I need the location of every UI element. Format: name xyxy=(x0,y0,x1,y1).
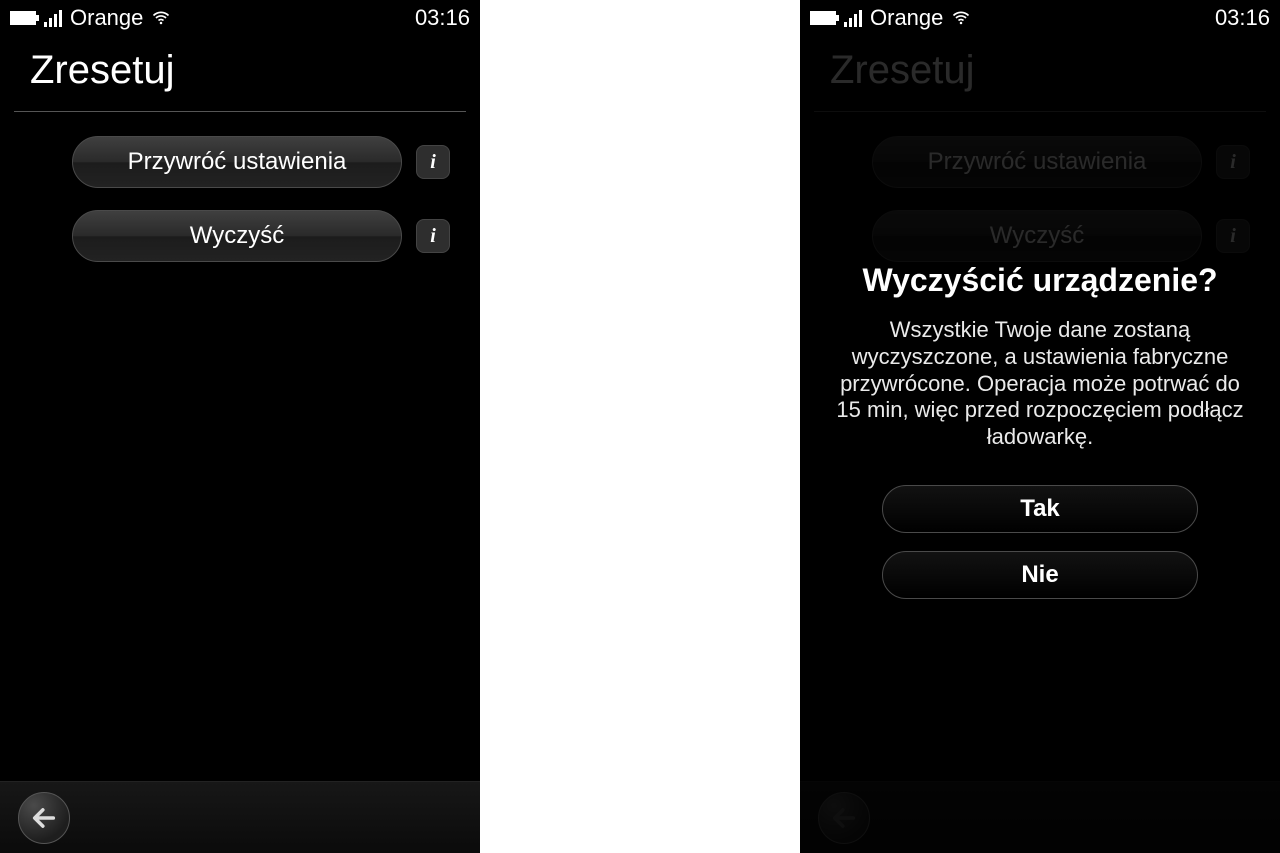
page-title: Zresetuj xyxy=(814,36,1266,112)
wifi-icon xyxy=(151,8,171,28)
restore-settings-button: Przywróć ustawienia xyxy=(872,136,1202,188)
clear-device-button[interactable]: Wyczyść xyxy=(72,210,402,262)
info-icon: i xyxy=(1216,219,1250,253)
clear-device-button: Wyczyść xyxy=(872,210,1202,262)
signal-icon xyxy=(44,9,62,27)
dialog-title: Wyczyścić urządzenie? xyxy=(836,262,1244,299)
bottom-bar xyxy=(800,781,1280,853)
battery-icon xyxy=(10,11,36,25)
back-button xyxy=(818,792,870,844)
option-row-restore: Przywróć ustawienia i xyxy=(814,136,1266,188)
carrier-label: Orange xyxy=(70,5,143,31)
battery-icon xyxy=(810,11,836,25)
option-row-clear: Wyczyść i xyxy=(814,210,1266,262)
carrier-label: Orange xyxy=(870,5,943,31)
options-list: Przywróć ustawienia i Wyczyść i xyxy=(0,112,480,262)
signal-icon xyxy=(844,9,862,27)
clock: 03:16 xyxy=(415,5,470,31)
phone-screen-reset-menu: Orange 03:16 Zresetuj Przywróć ustawieni… xyxy=(0,0,480,853)
confirm-no-button[interactable]: Nie xyxy=(882,551,1198,599)
restore-settings-button[interactable]: Przywróć ustawienia xyxy=(72,136,402,188)
statusbar: Orange 03:16 xyxy=(0,0,480,36)
confirm-clear-dialog: Wyczyścić urządzenie? Wszystkie Twoje da… xyxy=(800,262,1280,617)
page-title: Zresetuj xyxy=(14,36,466,112)
bottom-bar xyxy=(0,781,480,853)
screenshot-separator xyxy=(480,0,800,853)
info-icon: i xyxy=(1216,145,1250,179)
phone-screen-clear-dialog: Orange 03:16 Zresetuj Przywróć ustawieni… xyxy=(800,0,1280,853)
statusbar: Orange 03:16 xyxy=(800,0,1280,36)
info-icon[interactable]: i xyxy=(416,145,450,179)
option-row-clear: Wyczyść i xyxy=(14,210,466,262)
info-icon[interactable]: i xyxy=(416,219,450,253)
clock: 03:16 xyxy=(1215,5,1270,31)
confirm-yes-button[interactable]: Tak xyxy=(882,485,1198,533)
dialog-body: Wszystkie Twoje dane zostaną wyczyszczon… xyxy=(836,317,1244,451)
option-row-restore: Przywróć ustawienia i xyxy=(14,136,466,188)
wifi-icon xyxy=(951,8,971,28)
options-list: Przywróć ustawienia i Wyczyść i xyxy=(800,112,1280,262)
back-button[interactable] xyxy=(18,792,70,844)
